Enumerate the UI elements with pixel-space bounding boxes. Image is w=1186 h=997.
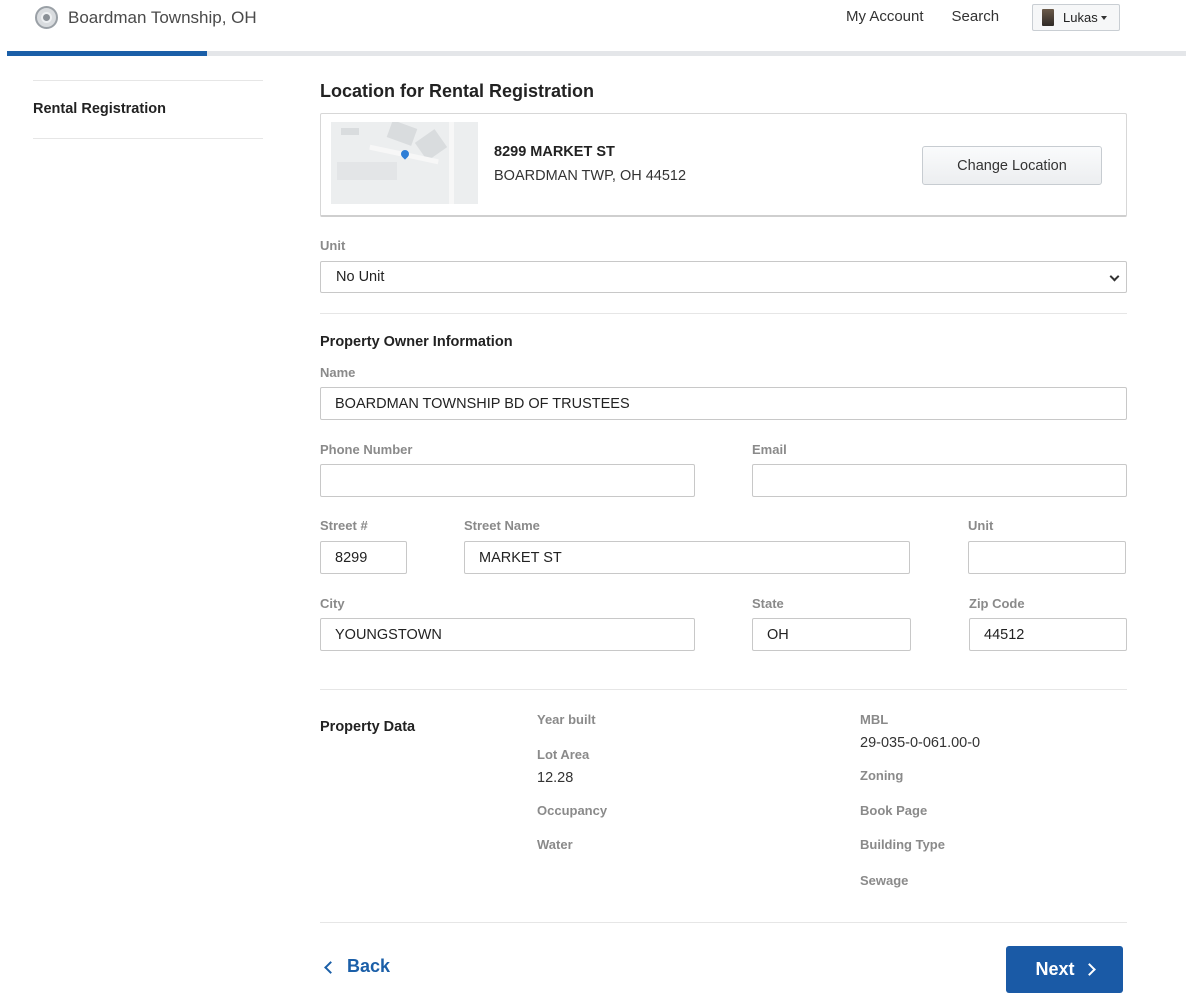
street-name-field[interactable]: MARKET ST xyxy=(464,541,910,574)
chevron-right-icon xyxy=(1082,963,1096,976)
brand[interactable]: Boardman Township, OH xyxy=(35,6,257,29)
chevron-down-icon xyxy=(1109,271,1120,282)
email-field[interactable] xyxy=(752,464,1127,497)
occupancy-label: Occupancy xyxy=(537,803,608,818)
main-content: Location for Rental Registration 8299 MA… xyxy=(320,0,1127,997)
sewage-label: Sewage xyxy=(860,873,909,888)
phone-label: Phone Number xyxy=(320,442,413,457)
unit-field[interactable] xyxy=(968,541,1126,574)
lot-area-value: 12.28 xyxy=(537,770,574,786)
next-button[interactable]: Next xyxy=(1006,946,1123,993)
name-label: Name xyxy=(320,365,356,380)
unit-select-label: Unit xyxy=(320,238,346,253)
address-line2: BOARDMAN TWP, OH 44512 xyxy=(494,168,687,184)
year-built-label: Year built xyxy=(537,712,596,727)
street-number-field[interactable]: 8299 xyxy=(320,541,407,574)
map-thumbnail[interactable] xyxy=(331,122,478,204)
site-title[interactable]: Boardman Township, OH xyxy=(68,8,257,28)
owner-name-field[interactable]: BOARDMAN TOWNSHIP BD OF TRUSTEES xyxy=(320,387,1127,420)
owner-section-title: Property Owner Information xyxy=(320,334,513,350)
divider xyxy=(320,689,1127,690)
address-line1: 8299 MARKET ST xyxy=(494,144,615,160)
state-field[interactable]: OH xyxy=(752,618,911,651)
mbl-value: 29-035-0-061.00-0 xyxy=(860,735,981,751)
back-button[interactable]: Back xyxy=(324,956,391,977)
township-seal-icon xyxy=(35,6,58,29)
street-name-label: Street Name xyxy=(464,518,540,533)
zip-code-field[interactable]: 44512 xyxy=(969,618,1127,651)
unit-select[interactable]: No Unit xyxy=(320,261,1127,293)
back-label: Back xyxy=(347,956,391,976)
email-label: Email xyxy=(752,442,787,457)
divider xyxy=(320,922,1127,923)
divider xyxy=(320,313,1127,314)
sidebar: Rental Registration xyxy=(33,80,263,139)
street-number-label: Street # xyxy=(320,518,368,533)
unit-label: Unit xyxy=(968,518,994,533)
location-card: 8299 MARKET ST BOARDMAN TWP, OH 44512 Ch… xyxy=(320,113,1127,217)
property-data-title: Property Data xyxy=(320,719,416,735)
building-type-label: Building Type xyxy=(860,837,945,852)
zip-code-label: Zip Code xyxy=(969,596,1025,611)
change-location-button[interactable]: Change Location xyxy=(922,146,1102,185)
book-page-label: Book Page xyxy=(860,803,928,818)
water-label: Water xyxy=(537,837,573,852)
phone-field[interactable] xyxy=(320,464,695,497)
progress-fill xyxy=(7,51,208,56)
sidebar-item-rental-registration[interactable]: Rental Registration xyxy=(33,101,166,117)
next-label: Next xyxy=(1035,959,1075,979)
page-title: Location for Rental Registration xyxy=(320,81,595,101)
city-field[interactable]: YOUNGSTOWN xyxy=(320,618,695,651)
city-label: City xyxy=(320,596,345,611)
mbl-label: MBL xyxy=(860,712,889,727)
zoning-label: Zoning xyxy=(860,768,904,783)
state-label: State xyxy=(752,596,784,611)
chevron-left-icon xyxy=(324,960,337,974)
lot-area-label: Lot Area xyxy=(537,747,590,762)
unit-select-value: No Unit xyxy=(336,269,385,285)
